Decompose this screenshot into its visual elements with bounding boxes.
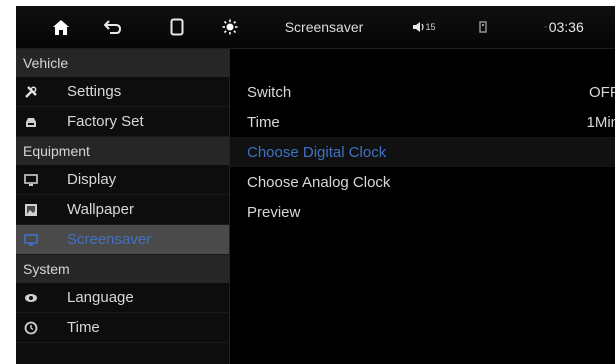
car-icon [23,114,39,130]
monitor-icon [23,232,39,248]
wrench-icon [23,84,39,100]
usb-indicator [472,6,494,48]
clock-prefix-icon: ◦ [544,23,547,31]
phone-button[interactable] [162,6,192,48]
brightness-button[interactable] [216,6,244,48]
sidebar-item-label: Time [67,319,100,336]
sun-icon [222,19,238,35]
sidebar-item-label: Factory Set [67,113,144,130]
volume-indicator[interactable]: 15 [404,6,444,48]
sidebar-item-settings[interactable]: Settings [16,77,229,107]
sidebar-item-wallpaper[interactable]: Wallpaper [16,195,229,225]
sidebar-item-language[interactable]: Language [16,283,229,313]
setting-label: Preview [247,203,301,221]
setting-row-choose-analog-clock[interactable]: Choose Analog Clock [230,167,615,197]
language-icon [23,290,39,306]
clock-display: ◦ 03:36 [524,6,604,48]
sidebar-item-screensaver[interactable]: Screensaver [16,225,229,255]
home-button[interactable] [46,6,76,48]
volume-level: 15 [425,22,436,32]
sidebar-item-time[interactable]: Time [16,313,229,343]
picture-icon [23,202,39,218]
sidebar-item-display[interactable]: Display [16,165,229,195]
clock-time: 03:36 [548,19,584,35]
page-title: Screensaver [284,19,364,35]
phone-icon [170,18,184,36]
sidebar-item-factory-set[interactable]: Factory Set [16,107,229,137]
setting-label: Time [247,113,280,131]
home-icon [53,19,69,35]
sidebar-item-label: Screensaver [67,231,152,248]
back-icon [104,20,122,34]
back-button[interactable] [98,6,128,48]
setting-label: Choose Digital Clock [247,143,387,161]
screensaver-settings-panel: Switch OFF Time 1Min Choose Digital Cloc… [230,49,615,364]
setting-value: 1Min [586,113,615,131]
sidebar-item-label: Display [67,171,117,188]
usb-icon [479,21,487,33]
head-unit-screen: Screensaver 15 ◦ 03:36 Vehicle Settings [16,6,615,364]
setting-label: Switch [247,83,292,101]
setting-value: OFF [589,83,615,101]
setting-label: Choose Analog Clock [247,173,391,191]
clock-icon [23,320,39,336]
setting-row-switch[interactable]: Switch OFF [230,77,615,107]
section-equipment: Equipment [16,137,229,165]
setting-row-choose-digital-clock[interactable]: Choose Digital Clock [230,137,615,167]
sidebar-item-label: Language [67,289,134,306]
section-system: System [16,255,229,283]
setting-row-preview[interactable]: Preview [230,197,615,227]
status-bar: Screensaver 15 ◦ 03:36 [16,6,615,49]
settings-sidebar: Vehicle Settings Factory Set Equipment D… [16,49,229,364]
sidebar-item-label: Settings [67,83,122,100]
speaker-icon [413,22,425,32]
section-vehicle: Vehicle [16,49,229,77]
sidebar-item-label: Wallpaper [67,201,134,218]
monitor-icon [23,172,39,188]
setting-row-time[interactable]: Time 1Min [230,107,615,137]
